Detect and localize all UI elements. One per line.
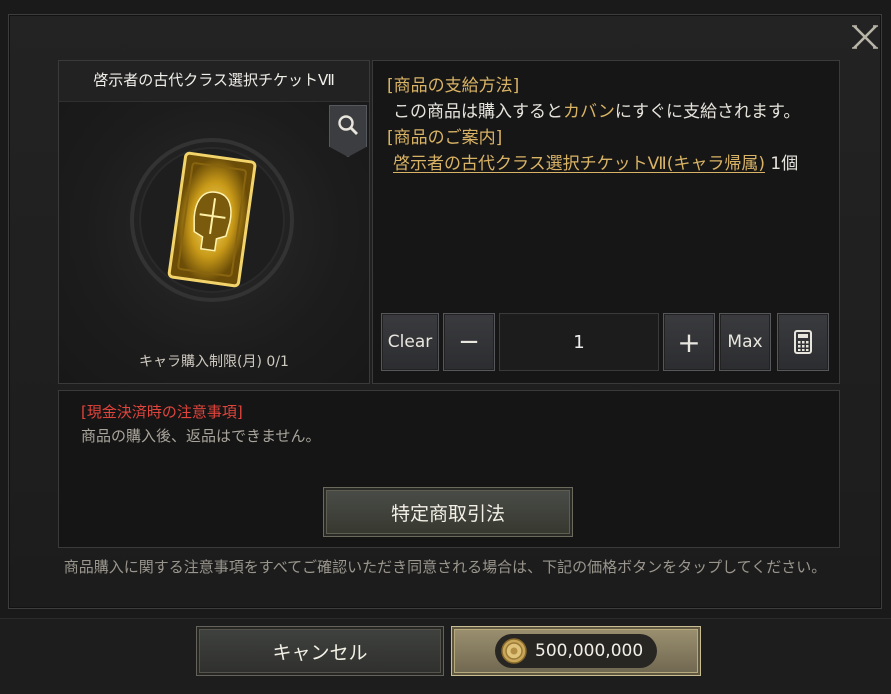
calculator-icon [794,330,812,354]
supply-text-pre: この商品は購入すると [393,102,563,122]
notice-title: [現金決済時の注意事項] [81,403,243,421]
item-image [59,102,369,383]
agreement-text: 商品購入に関する注意事項をすべてご確認いただき同意される場合は、下記の価格ボタン… [63,558,827,576]
price-pill: 500,000,000 [495,634,657,668]
zoom-button[interactable] [329,105,367,157]
calculator-button[interactable] [777,313,829,371]
price-value: 500,000,000 [535,641,644,661]
item-name: 啓示者の古代クラス選択チケットⅦ [59,61,369,102]
commercial-law-button[interactable]: 特定商取引法 [323,487,573,537]
payment-notice-panel: [現金決済時の注意事項] 商品の購入後、返品はできません。 特定商取引法 [58,390,840,548]
ticket-icon [130,138,294,302]
quantity-input[interactable] [499,313,659,371]
quantity-stepper: Clear − + Max [381,313,831,373]
guide-heading: [商品のご案内] [387,128,503,148]
magnifier-icon [338,115,358,135]
item-panel: 啓示者の古代クラス選択チケットⅦ キャラ購入制限(月) 0/1 [58,60,370,384]
item-count: 1個 [764,154,799,174]
clear-button[interactable]: Clear [381,313,439,371]
info-panel: [商品の支給方法] この商品は購入するとカバンにすぐに支給されます。 [商品のご… [372,60,840,384]
close-icon [852,25,878,49]
close-button[interactable] [848,20,882,54]
item-link[interactable]: 啓示者の古代クラス選択チケットⅦ(キャラ帰属) [393,154,765,174]
notice-body: 商品の購入後、返品はできません。 [81,427,321,445]
coin-icon [501,638,527,664]
decrement-button[interactable]: − [443,313,495,371]
guide-description: 啓示者の古代クラス選択チケットⅦ(キャラ帰属) 1個 [387,151,823,177]
supply-text-post: にすぐに支給されます。 [614,102,801,122]
footer-bar [0,618,891,694]
purchase-price-button[interactable]: 500,000,000 [451,626,701,676]
max-button[interactable]: Max [719,313,771,371]
increment-button[interactable]: + [663,313,715,371]
purchase-limit: キャラ購入制限(月) 0/1 [139,354,289,370]
cancel-button[interactable]: キャンセル [196,626,444,676]
supply-heading: [商品の支給方法] [387,76,520,96]
bag-highlight: カバン [563,102,615,122]
supply-description: この商品は購入するとカバンにすぐに支給されます。 [387,99,823,125]
